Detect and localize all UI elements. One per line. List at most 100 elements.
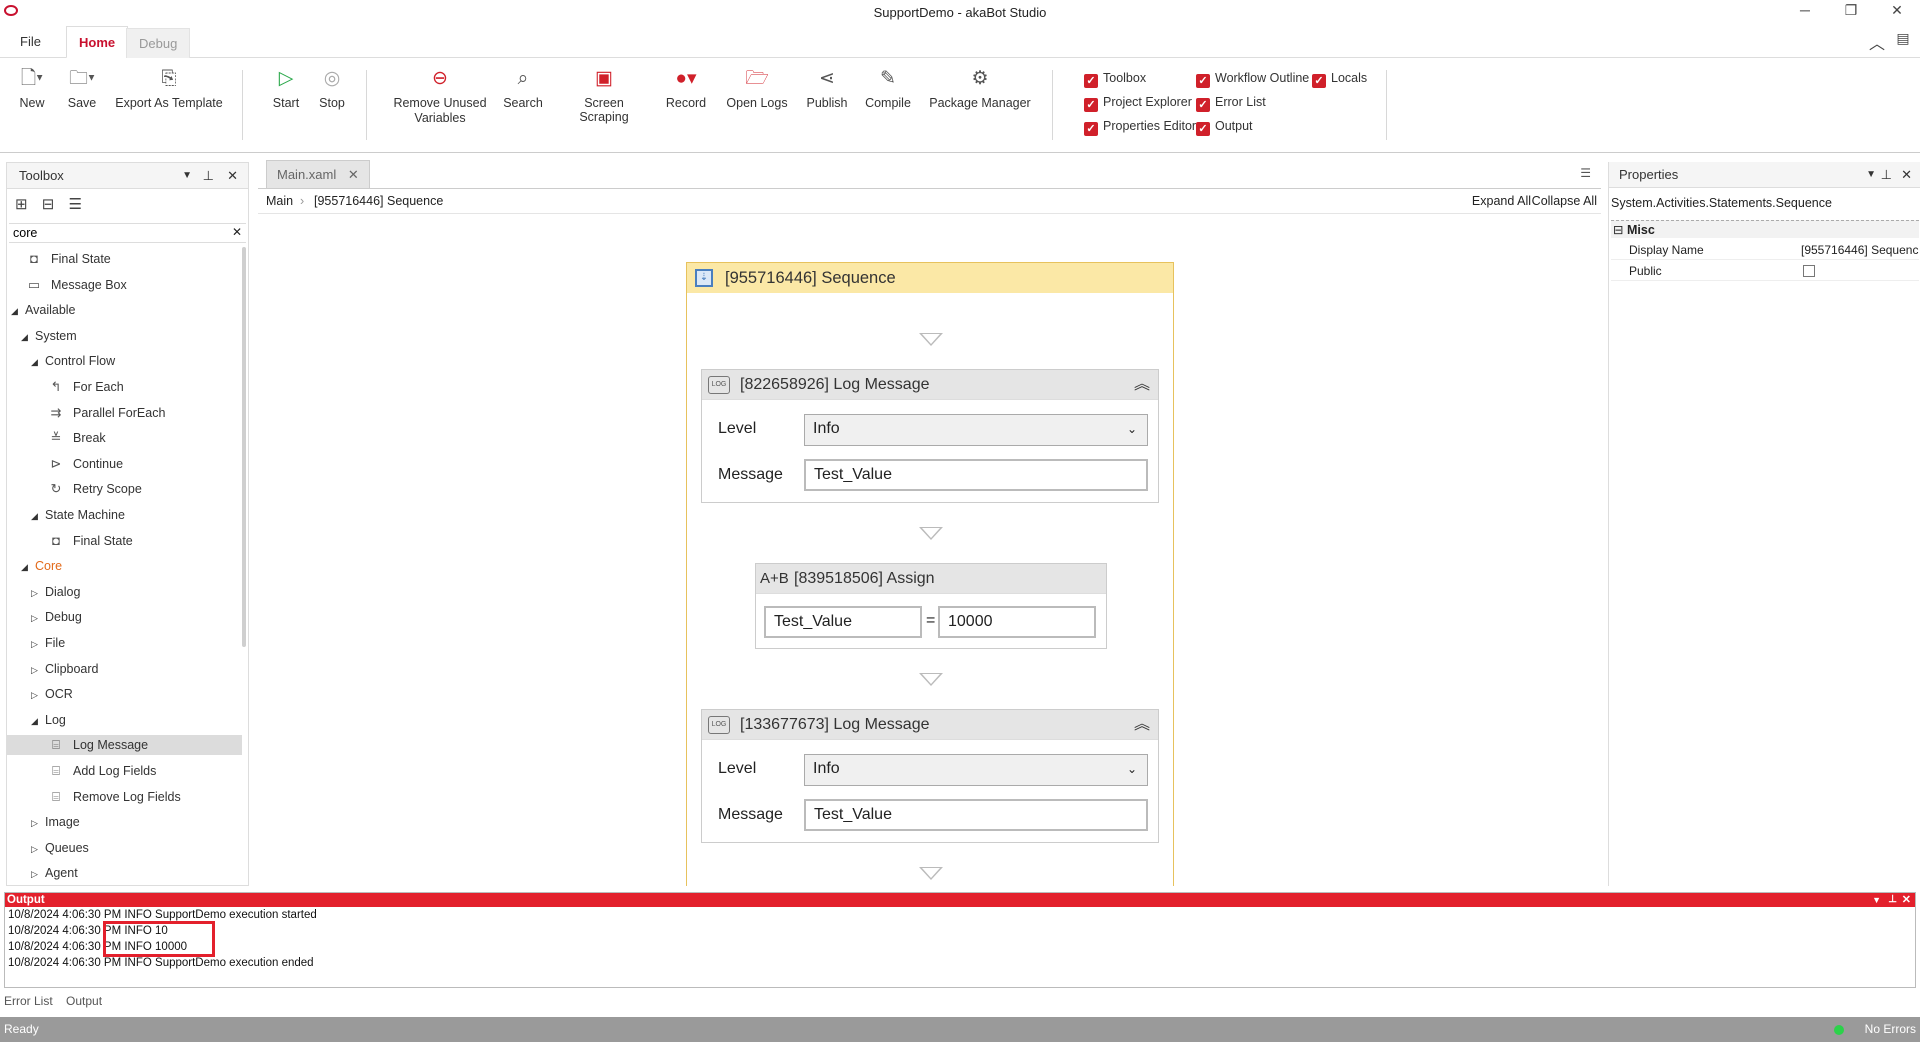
toolbox-item[interactable]: ⊳ Continue xyxy=(7,454,242,474)
collapsed-icon[interactable]: ▷ xyxy=(31,634,41,654)
toolbox-item[interactable]: ▷ File xyxy=(7,633,242,653)
list-view-icon[interactable]: ☰ xyxy=(69,196,82,213)
collapsed-icon[interactable]: ▷ xyxy=(31,583,41,603)
clear-search-icon[interactable]: ✕ xyxy=(232,225,242,239)
toolbox-item[interactable]: ◢ Core xyxy=(7,556,242,576)
tab-main-xaml[interactable]: Main.xaml ✕ xyxy=(266,160,370,188)
assign-to-input[interactable]: Test_Value xyxy=(764,606,922,638)
expanded-icon[interactable]: ◢ xyxy=(11,301,21,321)
toolbox-item[interactable]: ▷ Agent xyxy=(7,863,242,883)
message-input[interactable]: Test_Value xyxy=(804,799,1148,831)
toolbox-search-input[interactable] xyxy=(9,224,219,242)
package-manager-button[interactable]: ⚙ Package Manager xyxy=(928,68,1032,110)
publish-button[interactable]: ⋖ Publish xyxy=(802,68,852,110)
public-checkbox[interactable] xyxy=(1803,265,1815,277)
expanded-icon[interactable]: ◢ xyxy=(21,557,31,577)
level-select[interactable]: Info ⌄ xyxy=(804,414,1148,446)
toolbox-item[interactable]: ↰ For Each xyxy=(7,377,242,397)
record-button[interactable]: ●▾ Record xyxy=(664,68,708,110)
pin-icon[interactable]: ⊥ xyxy=(1888,893,1897,907)
expand-all-icon[interactable]: ⊞ xyxy=(15,196,28,213)
pin-icon[interactable]: ⊥ xyxy=(203,163,214,189)
drop-arrow-icon[interactable] xyxy=(919,333,943,346)
toolbox-item[interactable]: ↻ Retry Scope xyxy=(7,479,242,499)
close-icon[interactable]: ✕ xyxy=(1882,2,1912,19)
collapse-activity-icon[interactable]: ︽ xyxy=(1134,370,1150,400)
tab-menu-icon[interactable]: ☰ xyxy=(1580,166,1591,180)
close-icon[interactable]: ✕ xyxy=(1901,162,1912,188)
drop-arrow-icon[interactable] xyxy=(919,527,943,540)
export-template-button[interactable]: ⎘ Export As Template xyxy=(114,68,224,110)
display-name-input[interactable]: [955716446] Sequenc xyxy=(1801,240,1919,260)
toolbox-item[interactable]: ⌸ Add Log Fields xyxy=(7,761,242,781)
toolbox-item[interactable]: ◘ Final State xyxy=(7,531,242,551)
log-message-activity[interactable]: LOG [133677673] Log Message ︽ Level Info… xyxy=(701,709,1159,843)
collapsed-icon[interactable]: ▷ xyxy=(31,864,41,884)
toolbox-item[interactable]: ⇉ Parallel ForEach xyxy=(7,403,242,423)
toolbox-item[interactable]: ▷ Dialog xyxy=(7,582,242,602)
collapsed-icon[interactable]: ▷ xyxy=(31,813,41,833)
dropdown-icon[interactable]: ▼ xyxy=(1866,162,1876,188)
message-input[interactable]: Test_Value xyxy=(804,459,1148,491)
collapsed-icon[interactable]: ▷ xyxy=(31,608,41,628)
breadcrumb-main[interactable]: Main xyxy=(266,189,293,213)
toolbox-item[interactable]: ◢ System xyxy=(7,326,242,346)
toolbox-item[interactable]: ▷ OCR xyxy=(7,684,242,704)
collapse-activity-icon[interactable]: ︽ xyxy=(1134,710,1150,740)
pin-icon[interactable]: ⊥ xyxy=(1881,162,1892,188)
toolbox-item[interactable]: ▭ Message Box xyxy=(7,275,242,295)
open-logs-button[interactable]: 🗁 Open Logs xyxy=(722,68,792,110)
log-message-activity[interactable]: LOG [822658926] Log Message ︽ Level Info… xyxy=(701,369,1159,503)
collapsed-icon[interactable]: ▷ xyxy=(31,685,41,705)
screen-scraping-button[interactable]: ▣ Screen Scraping xyxy=(558,68,650,124)
search-button[interactable]: ⌕ Search xyxy=(500,68,546,110)
drop-arrow-icon[interactable] xyxy=(919,673,943,686)
toolbox-item[interactable]: ◢ Control Flow xyxy=(7,351,242,371)
toolbox-item[interactable]: ▷ Image xyxy=(7,812,242,832)
minimize-icon[interactable]: ─ xyxy=(1790,2,1820,18)
level-select[interactable]: Info ⌄ xyxy=(804,754,1148,786)
project-explorer-checkbox[interactable]: ✓ Project Explorer xyxy=(1084,94,1192,112)
workflow-outline-checkbox[interactable]: ✓ Workflow Outline xyxy=(1196,70,1309,88)
collapsed-icon[interactable]: ▷ xyxy=(31,839,41,859)
locals-checkbox[interactable]: ✓ Locals xyxy=(1312,70,1367,88)
toolbox-item[interactable]: ⌸ Remove Log Fields xyxy=(7,787,242,807)
tab-debug[interactable]: Debug xyxy=(126,28,191,58)
collapsed-icon[interactable]: ▷ xyxy=(31,660,41,680)
dropdown-icon[interactable]: ▼ xyxy=(182,163,192,189)
tab-file[interactable]: File xyxy=(8,26,53,58)
expand-all-link[interactable]: Expand All xyxy=(1472,189,1531,213)
close-tab-icon[interactable]: ✕ xyxy=(348,167,359,182)
feedback-icon[interactable]: ▤ xyxy=(1888,30,1918,47)
toolbox-item[interactable]: ≚ Break xyxy=(7,428,242,448)
toolbox-item[interactable]: ⌸ Log Message xyxy=(7,735,242,756)
remove-unused-variables-button[interactable]: ⊖ Remove Unused Variables xyxy=(390,68,490,126)
new-button[interactable]: 🗋▾ New xyxy=(12,68,52,110)
toolbox-item[interactable]: ▷ Debug xyxy=(7,607,242,627)
compile-button[interactable]: ✎ Compile xyxy=(862,68,914,110)
assign-activity[interactable]: A+B [839518506] Assign Test_Value = 1000… xyxy=(755,563,1107,649)
save-button[interactable]: 🗀▾ Save xyxy=(62,68,102,110)
toolbox-checkbox[interactable]: ✓ Toolbox xyxy=(1084,70,1146,88)
output-checkbox[interactable]: ✓ Output xyxy=(1196,118,1253,136)
tab-output[interactable]: Output xyxy=(66,994,102,1008)
collapse-all-link[interactable]: Collapse All xyxy=(1532,189,1597,213)
tab-home[interactable]: Home xyxy=(66,26,129,59)
toolbox-item[interactable]: ◢ Available xyxy=(7,300,242,320)
dropdown-icon[interactable]: ▼ xyxy=(1872,893,1881,907)
toolbox-item[interactable]: ▷ Clipboard xyxy=(7,659,242,679)
close-icon[interactable]: ✕ xyxy=(1902,893,1911,907)
drop-arrow-icon[interactable] xyxy=(919,867,943,880)
expanded-icon[interactable]: ◢ xyxy=(31,352,41,372)
collapse-category-icon[interactable]: ⊟ xyxy=(1613,221,1623,239)
expanded-icon[interactable]: ◢ xyxy=(21,327,31,347)
toolbox-item[interactable]: ◢ Log xyxy=(7,710,242,730)
error-list-checkbox[interactable]: ✓ Error List xyxy=(1196,94,1266,112)
sequence-activity[interactable]: ⇣ [955716446] Sequence LOG [822658926] L… xyxy=(686,262,1174,886)
assign-value-input[interactable]: 10000 xyxy=(938,606,1096,638)
expanded-icon[interactable]: ◢ xyxy=(31,506,41,526)
collapse-all-icon[interactable]: ⊟ xyxy=(42,196,55,213)
properties-editor-checkbox[interactable]: ✓ Properties Editor xyxy=(1084,118,1196,136)
close-icon[interactable]: ✕ xyxy=(227,163,238,189)
tab-error-list[interactable]: Error List xyxy=(4,994,53,1008)
